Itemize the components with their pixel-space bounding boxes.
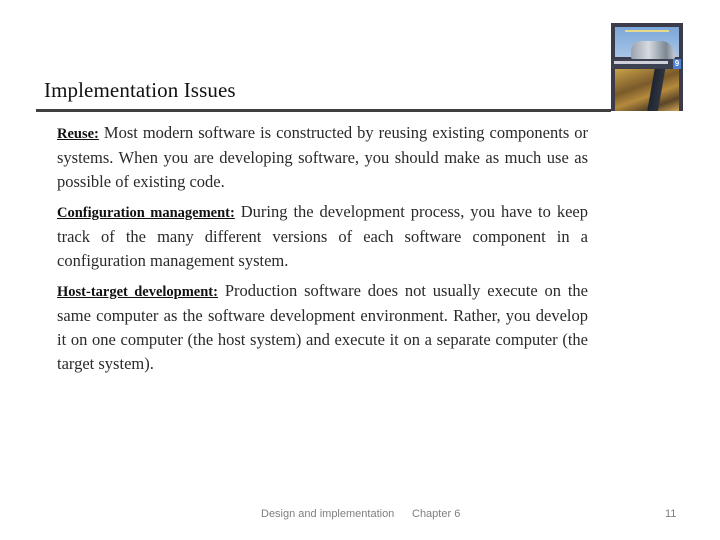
- term-label: Host-target development:: [57, 284, 218, 300]
- title-divider: [36, 109, 611, 112]
- paragraph-text: Most modern software is constructed by r…: [57, 123, 588, 191]
- cover-title-text: [614, 61, 668, 64]
- cover-edition-badge: 9: [673, 59, 681, 69]
- term-label: Configuration management:: [57, 205, 235, 221]
- slide-body: Reuse: Most modern software is construct…: [57, 121, 588, 382]
- paragraph-configuration-management: Configuration management: During the dev…: [57, 200, 588, 273]
- cover-building: [631, 41, 675, 59]
- paragraph-host-target-development: Host-target development: Production soft…: [57, 279, 588, 376]
- cover-author-text: [625, 30, 669, 32]
- term-label: Reuse:: [57, 126, 99, 142]
- footer-chapter: Chapter 6: [412, 508, 461, 520]
- cover-photo: [615, 69, 679, 111]
- slide-title: Implementation Issues: [44, 78, 236, 102]
- paragraph-reuse: Reuse: Most modern software is construct…: [57, 121, 588, 194]
- page-number: 11: [665, 508, 677, 520]
- book-cover-image: 9: [611, 23, 683, 111]
- footer-section: Design and implementation: [261, 508, 395, 520]
